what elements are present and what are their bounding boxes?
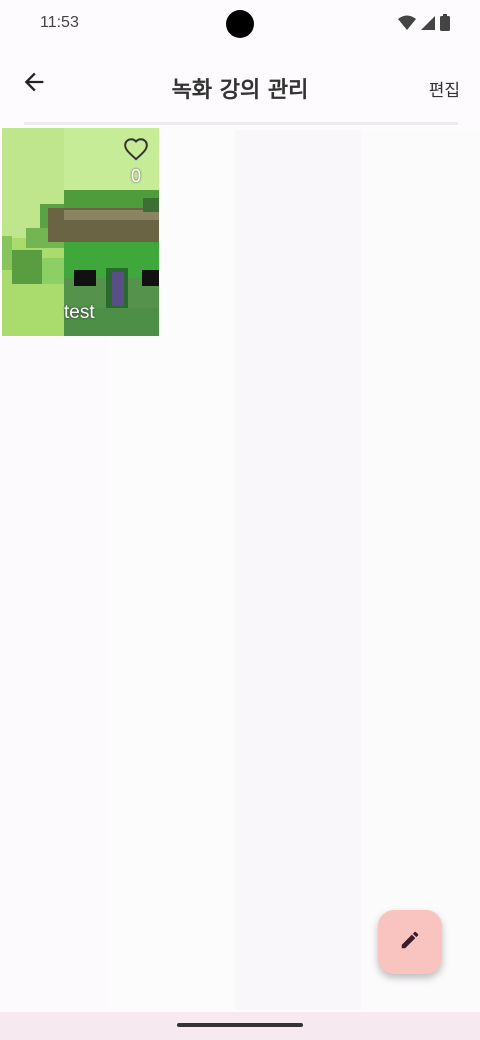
header-divider <box>24 122 458 125</box>
heart-outline-icon[interactable] <box>123 136 149 162</box>
status-icons <box>398 14 450 31</box>
like-count: 0 <box>130 166 141 186</box>
battery-icon <box>440 14 450 31</box>
edit-button[interactable]: 편집 <box>429 76 460 101</box>
page-title: 녹화 강의 관리 <box>171 78 309 103</box>
signal-icon <box>421 15 435 31</box>
camera-cutout <box>226 10 254 38</box>
lecture-card[interactable]: 0 test <box>2 128 159 336</box>
wifi-icon <box>398 15 416 31</box>
lecture-grid: 0 test <box>2 128 159 336</box>
write-fab-button[interactable] <box>378 910 442 974</box>
pencil-icon <box>399 929 421 955</box>
status-bar: 11:53 <box>0 0 480 48</box>
home-handle[interactable] <box>177 1023 303 1027</box>
lecture-title: test <box>64 302 95 323</box>
status-time: 11:53 <box>40 14 79 31</box>
navigation-bar <box>0 1012 480 1040</box>
app-bar: 녹화 강의 관리 편집 <box>0 56 480 118</box>
